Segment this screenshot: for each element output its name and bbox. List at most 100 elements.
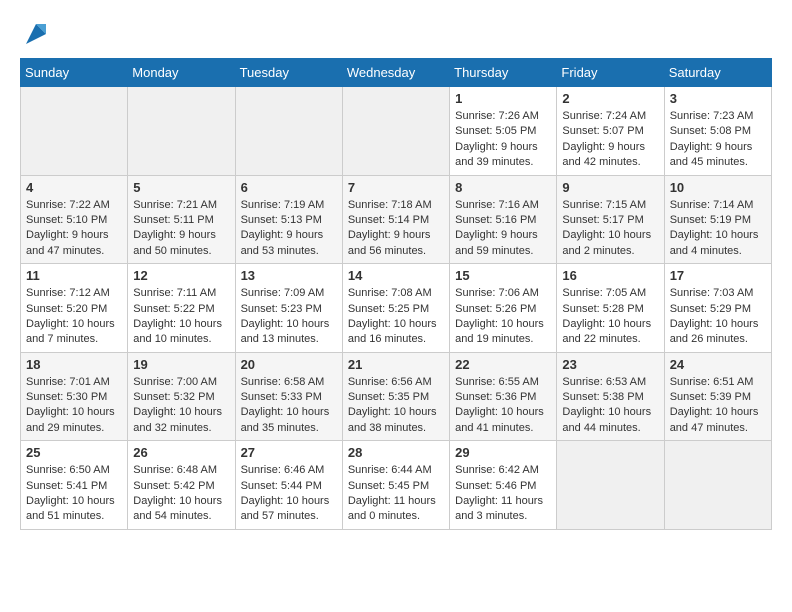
day-number: 16: [562, 268, 658, 283]
day-info: Sunrise: 7:01 AM Sunset: 5:30 PM Dayligh…: [26, 375, 122, 437]
calendar-cell: 29 Sunrise: 6:42 AM Sunset: 5:46 PM Dayli…: [450, 441, 557, 530]
day-number: 27: [241, 445, 337, 460]
day-number: 15: [455, 268, 551, 283]
calendar-cell: 14 Sunrise: 7:08 AM Sunset: 5:25 PM Dayli…: [342, 264, 449, 353]
day-info: Sunrise: 7:15 AM Sunset: 5:17 PM Dayligh…: [562, 198, 658, 260]
calendar-cell: 20 Sunrise: 6:58 AM Sunset: 5:33 PM Dayli…: [235, 352, 342, 441]
day-info: Sunrise: 6:51 AM Sunset: 5:39 PM Dayligh…: [670, 375, 766, 437]
day-info: Sunrise: 7:00 AM Sunset: 5:32 PM Dayligh…: [133, 375, 229, 437]
day-number: 11: [26, 268, 122, 283]
calendar-cell: 4 Sunrise: 7:22 AM Sunset: 5:10 PM Daylig…: [21, 175, 128, 264]
day-number: 29: [455, 445, 551, 460]
day-info: Sunrise: 6:48 AM Sunset: 5:42 PM Dayligh…: [133, 463, 229, 525]
calendar-cell: 17 Sunrise: 7:03 AM Sunset: 5:29 PM Dayli…: [664, 264, 771, 353]
day-header-row: SundayMondayTuesdayWednesdayThursdayFrid…: [21, 59, 772, 87]
day-of-week-header: Sunday: [21, 59, 128, 87]
day-of-week-header: Saturday: [664, 59, 771, 87]
calendar-week-row: 18 Sunrise: 7:01 AM Sunset: 5:30 PM Dayli…: [21, 352, 772, 441]
day-of-week-header: Thursday: [450, 59, 557, 87]
day-info: Sunrise: 7:14 AM Sunset: 5:19 PM Dayligh…: [670, 198, 766, 260]
calendar-cell: 5 Sunrise: 7:21 AM Sunset: 5:11 PM Daylig…: [128, 175, 235, 264]
day-of-week-header: Friday: [557, 59, 664, 87]
day-of-week-header: Wednesday: [342, 59, 449, 87]
calendar-cell: 9 Sunrise: 7:15 AM Sunset: 5:17 PM Daylig…: [557, 175, 664, 264]
day-info: Sunrise: 7:18 AM Sunset: 5:14 PM Dayligh…: [348, 198, 444, 260]
day-info: Sunrise: 6:50 AM Sunset: 5:41 PM Dayligh…: [26, 463, 122, 525]
day-number: 6: [241, 180, 337, 195]
calendar-cell: 27 Sunrise: 6:46 AM Sunset: 5:44 PM Dayli…: [235, 441, 342, 530]
calendar-cell: 10 Sunrise: 7:14 AM Sunset: 5:19 PM Dayli…: [664, 175, 771, 264]
calendar-cell: 25 Sunrise: 6:50 AM Sunset: 5:41 PM Dayli…: [21, 441, 128, 530]
day-number: 26: [133, 445, 229, 460]
calendar-cell: 21 Sunrise: 6:56 AM Sunset: 5:35 PM Dayli…: [342, 352, 449, 441]
day-number: 1: [455, 91, 551, 106]
day-info: Sunrise: 7:03 AM Sunset: 5:29 PM Dayligh…: [670, 286, 766, 348]
day-info: Sunrise: 7:05 AM Sunset: 5:28 PM Dayligh…: [562, 286, 658, 348]
day-number: 21: [348, 357, 444, 372]
calendar-cell: 19 Sunrise: 7:00 AM Sunset: 5:32 PM Dayli…: [128, 352, 235, 441]
day-info: Sunrise: 6:56 AM Sunset: 5:35 PM Dayligh…: [348, 375, 444, 437]
day-number: 7: [348, 180, 444, 195]
day-info: Sunrise: 7:21 AM Sunset: 5:11 PM Dayligh…: [133, 198, 229, 260]
day-info: Sunrise: 7:08 AM Sunset: 5:25 PM Dayligh…: [348, 286, 444, 348]
day-number: 4: [26, 180, 122, 195]
calendar-week-row: 4 Sunrise: 7:22 AM Sunset: 5:10 PM Daylig…: [21, 175, 772, 264]
calendar-cell: 6 Sunrise: 7:19 AM Sunset: 5:13 PM Daylig…: [235, 175, 342, 264]
day-number: 20: [241, 357, 337, 372]
logo: [20, 20, 50, 48]
day-number: 8: [455, 180, 551, 195]
day-info: Sunrise: 7:09 AM Sunset: 5:23 PM Dayligh…: [241, 286, 337, 348]
day-number: 10: [670, 180, 766, 195]
day-info: Sunrise: 6:53 AM Sunset: 5:38 PM Dayligh…: [562, 375, 658, 437]
calendar-cell: 11 Sunrise: 7:12 AM Sunset: 5:20 PM Dayli…: [21, 264, 128, 353]
calendar-cell: 13Sunrise: 7:09 AM Sunset: 5:23 PM Dayli…: [235, 264, 342, 353]
day-number: 9: [562, 180, 658, 195]
calendar-cell: 3 Sunrise: 7:23 AM Sunset: 5:08 PM Daylig…: [664, 87, 771, 176]
day-info: Sunrise: 7:16 AM Sunset: 5:16 PM Dayligh…: [455, 198, 551, 260]
day-number: 2: [562, 91, 658, 106]
calendar-cell: 1 Sunrise: 7:26 AM Sunset: 5:05 PM Daylig…: [450, 87, 557, 176]
page-header: [20, 20, 772, 48]
calendar-week-row: 11 Sunrise: 7:12 AM Sunset: 5:20 PM Dayli…: [21, 264, 772, 353]
day-number: 14: [348, 268, 444, 283]
day-number: 17: [670, 268, 766, 283]
calendar-cell: 16 Sunrise: 7:05 AM Sunset: 5:28 PM Dayli…: [557, 264, 664, 353]
day-info: Sunrise: 7:11 AM Sunset: 5:22 PM Dayligh…: [133, 286, 229, 348]
day-number: 5: [133, 180, 229, 195]
calendar-cell: 18 Sunrise: 7:01 AM Sunset: 5:30 PM Dayli…: [21, 352, 128, 441]
day-of-week-header: Tuesday: [235, 59, 342, 87]
day-info: Sunrise: 6:44 AM Sunset: 5:45 PM Dayligh…: [348, 463, 444, 525]
calendar-body: 1 Sunrise: 7:26 AM Sunset: 5:05 PM Daylig…: [21, 87, 772, 530]
calendar-week-row: 1 Sunrise: 7:26 AM Sunset: 5:05 PM Daylig…: [21, 87, 772, 176]
day-number: 19: [133, 357, 229, 372]
calendar-cell: [342, 87, 449, 176]
calendar-week-row: 25 Sunrise: 6:50 AM Sunset: 5:41 PM Dayli…: [21, 441, 772, 530]
calendar-cell: 26 Sunrise: 6:48 AM Sunset: 5:42 PM Dayli…: [128, 441, 235, 530]
calendar-cell: 15Sunrise: 7:06 AM Sunset: 5:26 PM Dayli…: [450, 264, 557, 353]
calendar-cell: 8 Sunrise: 7:16 AM Sunset: 5:16 PM Daylig…: [450, 175, 557, 264]
calendar-cell: [21, 87, 128, 176]
calendar-cell: 23 Sunrise: 6:53 AM Sunset: 5:38 PM Dayli…: [557, 352, 664, 441]
calendar-cell: 22Sunrise: 6:55 AM Sunset: 5:36 PM Dayli…: [450, 352, 557, 441]
day-info: Sunrise: 7:19 AM Sunset: 5:13 PM Dayligh…: [241, 198, 337, 260]
day-info: Sunrise: 7:22 AM Sunset: 5:10 PM Dayligh…: [26, 198, 122, 260]
day-info: Sunrise: 6:46 AM Sunset: 5:44 PM Dayligh…: [241, 463, 337, 525]
day-info: Sunrise: 6:42 AM Sunset: 5:46 PM Dayligh…: [455, 463, 551, 525]
day-number: 18: [26, 357, 122, 372]
day-info: Sunrise: 7:23 AM Sunset: 5:08 PM Dayligh…: [670, 109, 766, 171]
calendar-cell: 28Sunrise: 6:44 AM Sunset: 5:45 PM Dayli…: [342, 441, 449, 530]
calendar-cell: [235, 87, 342, 176]
day-info: Sunrise: 6:58 AM Sunset: 5:33 PM Dayligh…: [241, 375, 337, 437]
calendar-cell: [664, 441, 771, 530]
calendar-cell: 2Sunrise: 7:24 AM Sunset: 5:07 PM Daylig…: [557, 87, 664, 176]
calendar-cell: 24Sunrise: 6:51 AM Sunset: 5:39 PM Dayli…: [664, 352, 771, 441]
calendar-cell: 12 Sunrise: 7:11 AM Sunset: 5:22 PM Dayli…: [128, 264, 235, 353]
day-info: Sunrise: 7:26 AM Sunset: 5:05 PM Dayligh…: [455, 109, 551, 171]
day-number: 25: [26, 445, 122, 460]
day-info: Sunrise: 7:12 AM Sunset: 5:20 PM Dayligh…: [26, 286, 122, 348]
day-number: 22: [455, 357, 551, 372]
day-number: 3: [670, 91, 766, 106]
calendar-cell: [128, 87, 235, 176]
day-number: 23: [562, 357, 658, 372]
day-number: 12: [133, 268, 229, 283]
